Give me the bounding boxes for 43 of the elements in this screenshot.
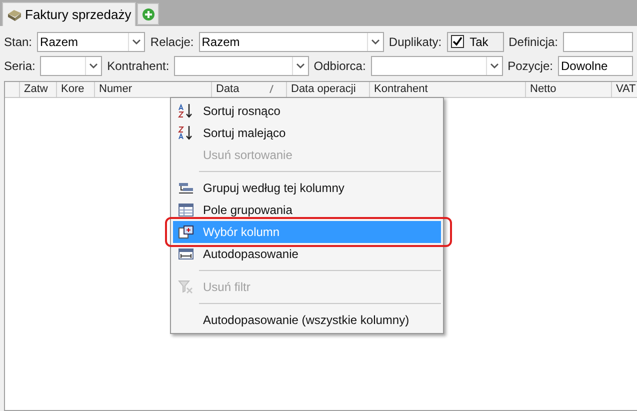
filter-remove-icon bbox=[178, 280, 194, 294]
sort-descending-icon bbox=[177, 125, 195, 141]
menu-item[interactable]: Autodopasowanie (wszystkie kolumny) bbox=[173, 309, 441, 331]
chevron-down-icon bbox=[370, 38, 380, 44]
field-label: Stan: bbox=[4, 34, 32, 50]
menu-item[interactable]: Autodopasowanie bbox=[173, 243, 441, 265]
dropdown[interactable]: Razem bbox=[198, 32, 384, 52]
column-chooser-icon bbox=[178, 225, 194, 239]
dropdown[interactable] bbox=[174, 56, 309, 76]
menu-item[interactable]: Grupuj według tej kolumny bbox=[173, 177, 441, 199]
field-label: Definicja: bbox=[508, 34, 558, 50]
field-label: Seria: bbox=[4, 58, 36, 74]
field-label: Pozycje: bbox=[508, 58, 553, 74]
menu-item[interactable]: Pole grupowania bbox=[173, 199, 441, 221]
dropdown[interactable] bbox=[370, 56, 503, 76]
chevron-down-icon bbox=[296, 62, 305, 68]
chevron-down-icon bbox=[132, 38, 142, 44]
column-header[interactable]: VAT bbox=[612, 82, 637, 97]
table-icon bbox=[178, 203, 194, 217]
dropdown[interactable] bbox=[40, 56, 102, 76]
money-stack-icon bbox=[7, 8, 22, 21]
checkbox[interactable]: Tak bbox=[446, 32, 504, 52]
field-label: Odbiorca: bbox=[314, 58, 366, 74]
chevron-down-icon bbox=[89, 62, 98, 68]
group-rows-icon bbox=[178, 181, 194, 195]
column-header[interactable]: Kore bbox=[57, 82, 95, 97]
field-label: Kontrahent: bbox=[107, 58, 170, 74]
input-field[interactable]: Dowolne bbox=[558, 56, 633, 76]
dropdown[interactable]: Razem bbox=[37, 32, 146, 52]
menu-item[interactable]: Sortuj rosnąco bbox=[173, 100, 441, 122]
input-field[interactable] bbox=[563, 32, 633, 52]
column-fit-icon bbox=[178, 247, 194, 261]
sort-ascending-icon bbox=[177, 103, 195, 119]
field-label: Relacje: bbox=[150, 34, 194, 50]
chevron-down-icon bbox=[490, 62, 499, 68]
checkmark-icon bbox=[452, 36, 463, 47]
column-header[interactable]: Netto bbox=[526, 82, 612, 97]
column-header[interactable]: Zatw bbox=[20, 82, 57, 97]
tab[interactable]: Faktury sprzedaży bbox=[2, 2, 136, 26]
field-label: Duplikaty: bbox=[388, 34, 442, 50]
add-tab-button[interactable] bbox=[137, 3, 160, 25]
plus-icon bbox=[142, 8, 155, 20]
menu-item[interactable]: Sortuj malejąco bbox=[173, 122, 441, 144]
